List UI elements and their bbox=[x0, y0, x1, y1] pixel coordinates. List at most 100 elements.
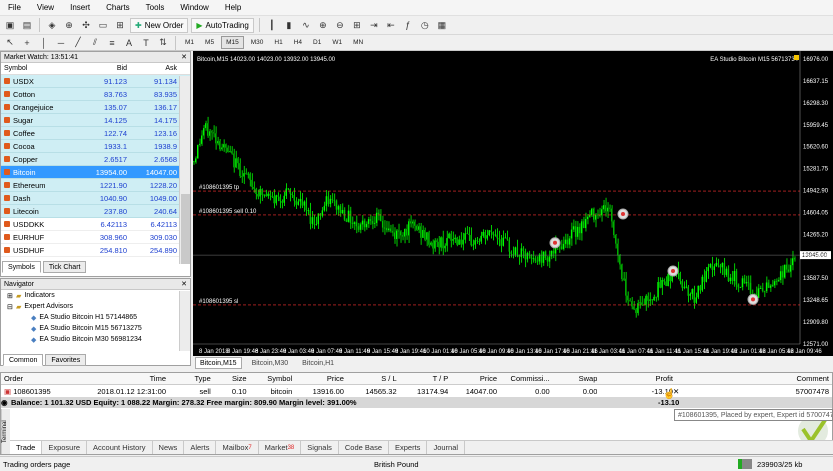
order-tp[interactable]: 13174.94 bbox=[397, 387, 448, 396]
col-symbol[interactable]: Symbol bbox=[1, 65, 81, 72]
line-chart-icon[interactable]: ∿ bbox=[299, 18, 313, 32]
list-item[interactable]: Copper 2.6517 2.6568 bbox=[1, 153, 190, 166]
menu-item[interactable]: Tools bbox=[138, 3, 173, 12]
autoscroll-icon[interactable]: ⇥ bbox=[367, 18, 381, 32]
timeframe-mn[interactable]: MN bbox=[349, 36, 367, 49]
chart-shift-icon[interactable]: ⇤ bbox=[384, 18, 398, 32]
chart-window[interactable]: #108601395 tp #108601395 sell 0.10 #108601… bbox=[193, 51, 833, 356]
terminal-tab-news[interactable]: News bbox=[153, 441, 185, 454]
market-watch-scrollbar[interactable] bbox=[179, 76, 190, 264]
expand-icon[interactable]: ⊞ bbox=[7, 292, 16, 300]
column-header[interactable]: Time bbox=[61, 374, 166, 383]
list-item[interactable]: Ethereum 1221.90 1228.20 bbox=[1, 179, 190, 192]
new-chart-icon[interactable]: ▣ bbox=[3, 18, 17, 32]
column-header[interactable]: Commissi... bbox=[497, 374, 550, 383]
tester-icon[interactable]: ⊞ bbox=[113, 18, 127, 32]
nav-item-indicators[interactable]: ⊞ ▰ Indicators bbox=[1, 290, 190, 301]
timeframe-w1[interactable]: W1 bbox=[328, 36, 346, 49]
tab-common[interactable]: Common bbox=[3, 354, 44, 366]
zoom-out-icon[interactable]: ⊖ bbox=[333, 18, 347, 32]
menu-item[interactable]: Help bbox=[217, 3, 249, 12]
list-item[interactable]: Litecoin 237.80 240.64 bbox=[1, 205, 190, 218]
terminal-tab-trade[interactable]: Trade bbox=[10, 441, 43, 454]
column-header[interactable]: Price bbox=[292, 374, 344, 383]
list-item[interactable]: EURHUF 308.960 309.030 bbox=[1, 231, 190, 244]
horizontal-line-icon[interactable]: ─ bbox=[54, 36, 68, 50]
zoom-in-icon[interactable]: ⊕ bbox=[316, 18, 330, 32]
label-icon[interactable]: T bbox=[139, 36, 153, 50]
menu-item[interactable]: Charts bbox=[98, 3, 138, 12]
column-header[interactable]: Price bbox=[448, 374, 497, 383]
timeframe-m15[interactable]: M15 bbox=[221, 36, 244, 49]
terminal-tab-account-history[interactable]: Account History bbox=[87, 441, 153, 454]
periods-icon[interactable]: ◷ bbox=[418, 18, 432, 32]
trendline-icon[interactable]: ╱ bbox=[71, 36, 85, 50]
nav-item-expert-advisors[interactable]: ⊟ ▰ Expert Advisors bbox=[1, 301, 190, 312]
tab-tick-chart[interactable]: Tick Chart bbox=[42, 261, 87, 273]
timeframe-h1[interactable]: H1 bbox=[270, 36, 286, 49]
list-item[interactable]: USDX 91.123 91.134 bbox=[1, 75, 190, 88]
chart-tab-bitcoin-m30[interactable]: Bitcoin,M30 bbox=[248, 357, 293, 369]
terminal-tab-code-base[interactable]: Code Base bbox=[339, 441, 389, 454]
close-icon[interactable]: ✕ bbox=[181, 280, 187, 288]
nav-item-ea-h1[interactable]: ◆ EA Studio Bitcoin H1 57144865 bbox=[1, 312, 190, 323]
list-item[interactable]: Coffee 122.74 123.16 bbox=[1, 127, 190, 140]
data-window-icon[interactable]: ⊕ bbox=[62, 18, 76, 32]
timeframe-m30[interactable]: M30 bbox=[247, 36, 268, 49]
price-chart[interactable]: #108601395 tp #108601395 sell 0.10 #108601… bbox=[193, 51, 833, 356]
column-header[interactable]: Size bbox=[211, 374, 247, 383]
menu-item[interactable]: Insert bbox=[62, 3, 98, 12]
vertical-line-icon[interactable]: │ bbox=[37, 36, 51, 50]
crosshair-icon[interactable]: + bbox=[20, 36, 34, 50]
new-order-button[interactable]: ✚ New Order bbox=[130, 17, 189, 33]
column-header[interactable]: S / L bbox=[344, 374, 396, 383]
close-icon[interactable]: ✕ bbox=[181, 53, 187, 61]
list-item[interactable]: USDDKK 6.42113 6.42113 bbox=[1, 218, 190, 231]
menu-item[interactable]: View bbox=[29, 3, 62, 12]
chart-tab-bitcoin-m15[interactable]: Bitcoin,M15 bbox=[195, 357, 242, 369]
candles-icon[interactable]: ▮ bbox=[282, 18, 296, 32]
terminal-tab-journal[interactable]: Journal bbox=[427, 441, 466, 454]
terminal-icon[interactable]: ▭ bbox=[96, 18, 110, 32]
nav-item-ea-m30[interactable]: ◆ EA Studio Bitcoin M30 56981234 bbox=[1, 334, 190, 345]
list-item[interactable]: Bitcoin 13954.00 14047.00 bbox=[1, 166, 190, 179]
timeframe-m5[interactable]: M5 bbox=[201, 36, 218, 49]
templates-icon[interactable]: ▦ bbox=[435, 18, 449, 32]
table-row[interactable]: ▣ 108601395 2018.01.12 12:31:00 sell 0.1… bbox=[1, 385, 832, 397]
arrows-icon[interactable]: ⇅ bbox=[156, 36, 170, 50]
profiles-icon[interactable]: ▤ bbox=[20, 18, 34, 32]
column-header[interactable]: Comment bbox=[683, 374, 832, 383]
column-header[interactable]: Order bbox=[1, 374, 61, 383]
collapse-icon[interactable]: ⊟ bbox=[7, 303, 16, 311]
scroll-thumb[interactable] bbox=[181, 194, 190, 264]
column-header[interactable]: Type bbox=[166, 374, 210, 383]
menu-item[interactable]: Window bbox=[172, 3, 216, 12]
list-item[interactable]: Cocoa 1933.1 1938.9 bbox=[1, 140, 190, 153]
column-header[interactable]: Swap bbox=[550, 374, 598, 383]
list-item[interactable]: Sugar 14.125 14.175 bbox=[1, 114, 190, 127]
navigator-icon[interactable]: ✣ bbox=[79, 18, 93, 32]
timeframe-h4[interactable]: H4 bbox=[290, 36, 306, 49]
autotrading-button[interactable]: ▶ AutoTrading bbox=[191, 17, 254, 33]
list-item[interactable]: Orangejuice 135.07 136.17 bbox=[1, 101, 190, 114]
list-item[interactable]: USDHUF 254.810 254.890 bbox=[1, 244, 190, 257]
timeframe-m1[interactable]: M1 bbox=[181, 36, 198, 49]
col-bid[interactable]: Bid bbox=[81, 65, 127, 72]
indicators-icon[interactable]: ƒ bbox=[401, 18, 415, 32]
terminal-tab-exposure[interactable]: Exposure bbox=[42, 441, 88, 454]
cursor-icon[interactable]: ↖ bbox=[3, 36, 17, 50]
column-header[interactable]: T / P bbox=[397, 374, 449, 383]
navigator-scrollbar[interactable] bbox=[179, 291, 190, 351]
list-item[interactable]: Cotton 83.763 83.935 bbox=[1, 88, 190, 101]
column-header[interactable]: Profit bbox=[597, 374, 673, 383]
terminal-tab-alerts[interactable]: Alerts bbox=[184, 441, 217, 454]
column-header[interactable]: Symbol bbox=[247, 374, 292, 383]
timeframe-d1[interactable]: D1 bbox=[309, 36, 325, 49]
nav-item-ea-m15[interactable]: ◆ EA Studio Bitcoin M15 56713275 bbox=[1, 323, 190, 334]
terminal-tab-mailbox[interactable]: Mailbox 7 bbox=[216, 441, 259, 454]
col-ask[interactable]: Ask bbox=[127, 65, 177, 72]
tab-favorites[interactable]: Favorites bbox=[45, 354, 87, 366]
channel-icon[interactable]: ⫽ bbox=[88, 36, 102, 50]
bar-chart-icon[interactable]: ┃ bbox=[265, 18, 279, 32]
fibo-icon[interactable]: ≡ bbox=[105, 36, 119, 50]
